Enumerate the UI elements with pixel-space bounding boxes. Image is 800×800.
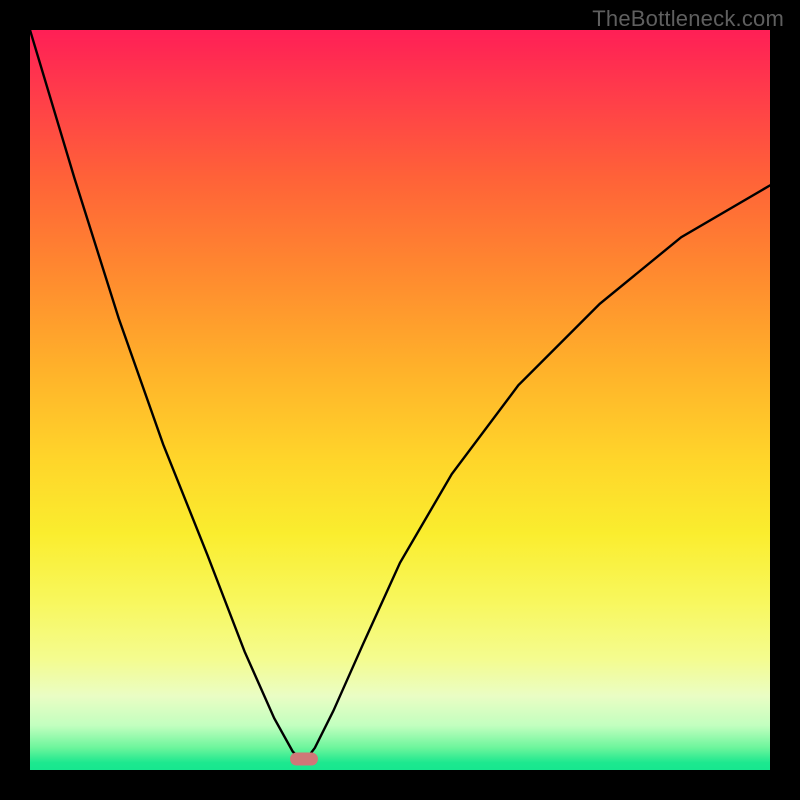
watermark-label: TheBottleneck.com: [592, 6, 784, 32]
curve-layer: [30, 30, 770, 770]
curve-right-branch: [304, 185, 770, 762]
curve-left-branch: [30, 30, 304, 763]
chart-stage: TheBottleneck.com: [0, 0, 800, 800]
bottleneck-marker: [290, 752, 318, 765]
plot-area: [30, 30, 770, 770]
